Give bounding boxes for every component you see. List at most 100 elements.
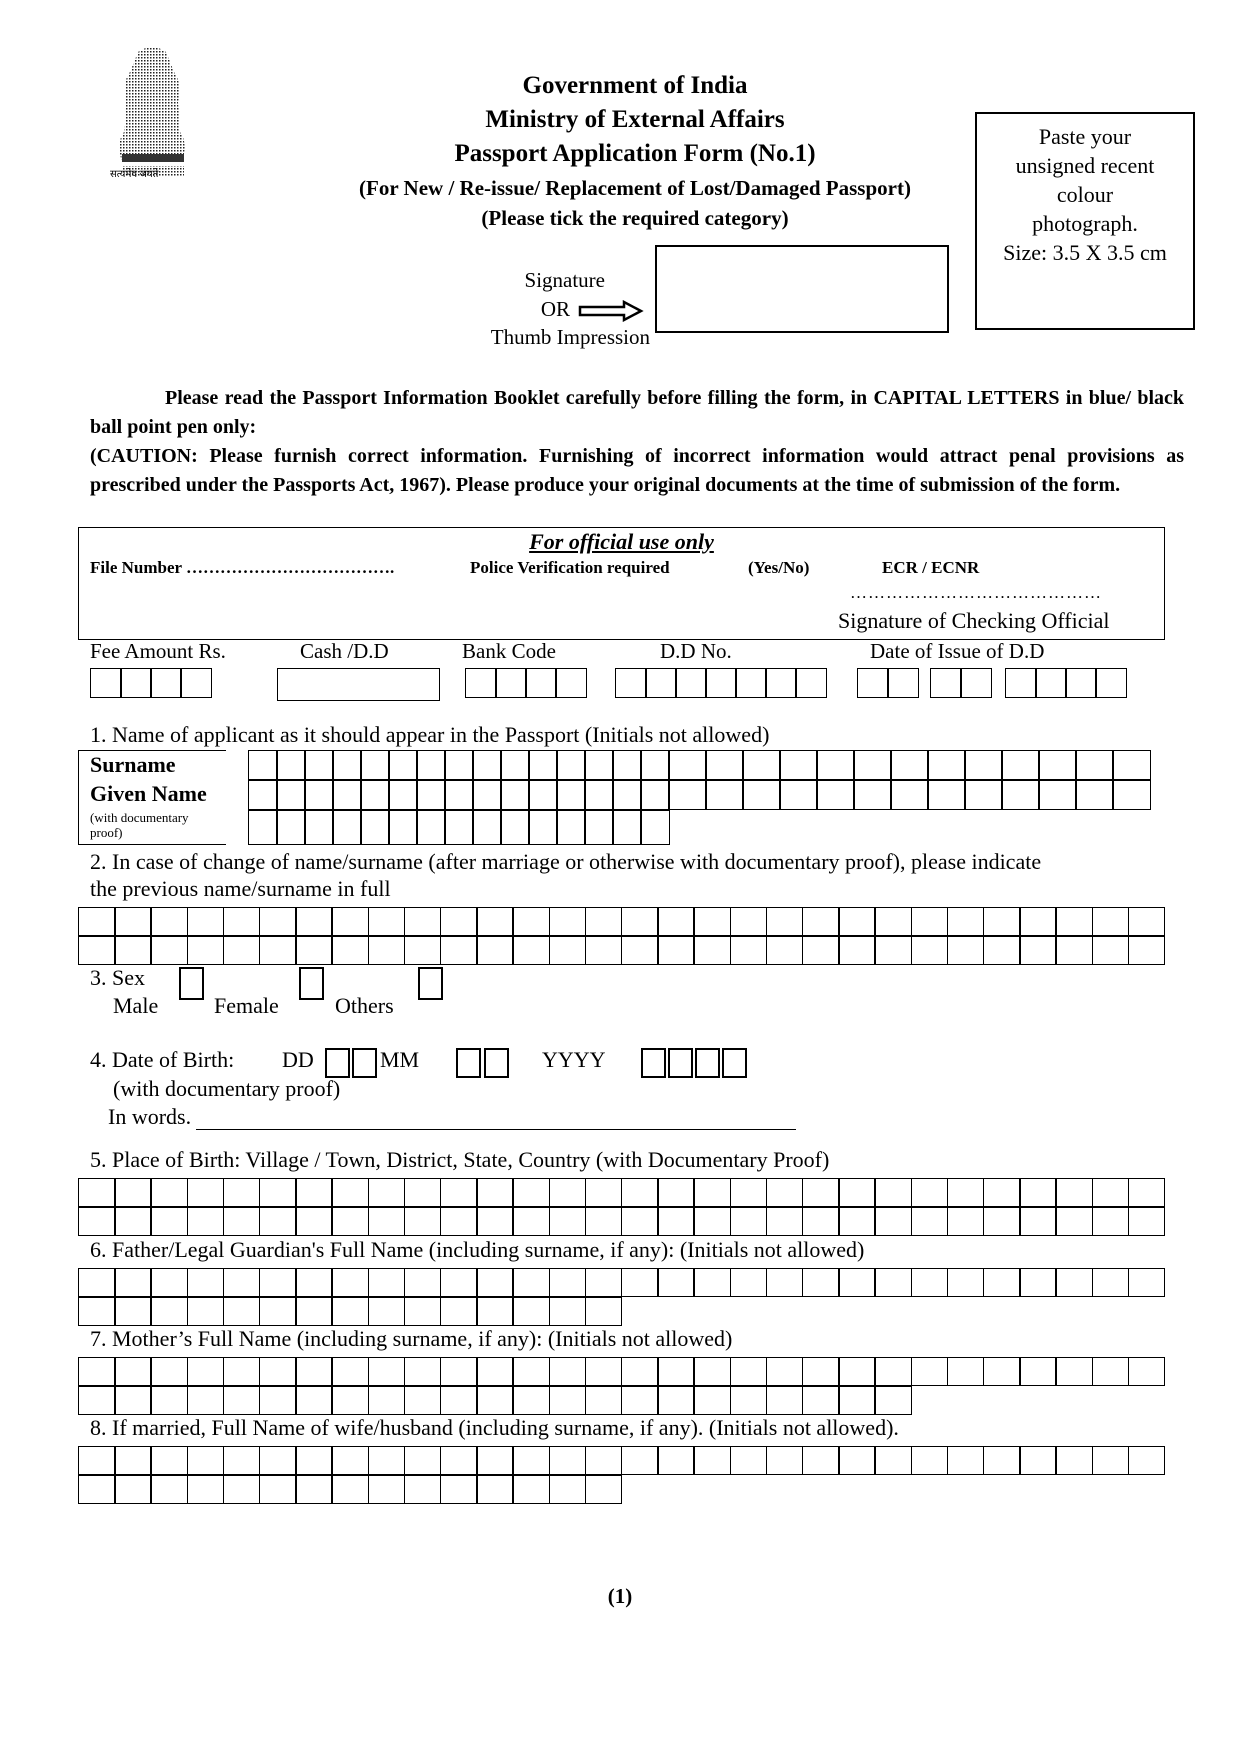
previous-name-char-box[interactable] [729, 936, 768, 965]
spouse-name-char-box[interactable] [838, 1446, 876, 1475]
mother-name-char-box[interactable] [657, 1357, 695, 1386]
mother-name-char-box[interactable] [403, 1386, 442, 1415]
place-of-birth-char-box[interactable] [983, 1207, 1021, 1236]
previous-name-char-box[interactable] [295, 936, 333, 965]
previous-name-char-box[interactable] [440, 936, 478, 965]
name-char-box[interactable] [705, 750, 744, 780]
name-char-box[interactable] [500, 810, 530, 845]
name-char-box[interactable] [964, 780, 1003, 810]
spouse-name-char-box[interactable] [186, 1446, 225, 1475]
place-of-birth-char-box[interactable] [802, 1178, 840, 1207]
mother-name-char-box[interactable] [403, 1357, 442, 1386]
spouse-name-char-box[interactable] [621, 1446, 659, 1475]
mother-name-char-box[interactable] [114, 1386, 152, 1415]
spouse-name-char-box[interactable] [114, 1446, 152, 1475]
name-char-box[interactable] [388, 780, 418, 810]
previous-name-char-box[interactable] [802, 907, 840, 936]
bank-code-box[interactable] [525, 668, 557, 698]
name-char-box[interactable] [416, 750, 446, 780]
previous-name-char-box[interactable] [765, 907, 804, 936]
previous-name-char-box[interactable] [838, 936, 876, 965]
previous-name-char-box[interactable] [548, 907, 587, 936]
name-char-box[interactable] [779, 750, 818, 780]
name-char-box[interactable] [927, 780, 966, 810]
place-of-birth-char-box[interactable] [1055, 1207, 1094, 1236]
previous-name-char-box[interactable] [476, 907, 514, 936]
name-char-box[interactable] [584, 780, 614, 810]
name-char-box[interactable] [853, 780, 892, 810]
place-of-birth-char-box[interactable] [802, 1207, 840, 1236]
previous-name-char-box[interactable] [1019, 907, 1057, 936]
father-name-char-box[interactable] [114, 1297, 152, 1326]
dob-year-box[interactable] [695, 1048, 720, 1078]
father-name-char-box[interactable] [186, 1297, 225, 1326]
mother-name-char-box[interactable] [693, 1386, 732, 1415]
father-name-char-box[interactable] [186, 1268, 225, 1297]
mother-name-char-box[interactable] [331, 1357, 370, 1386]
name-char-box[interactable] [853, 750, 892, 780]
previous-name-char-box[interactable] [259, 907, 297, 936]
father-name-char-box[interactable] [1055, 1268, 1094, 1297]
mother-name-char-box[interactable] [512, 1386, 551, 1415]
dob-month-box[interactable] [456, 1048, 481, 1078]
spouse-name-char-box[interactable] [693, 1446, 732, 1475]
previous-name-char-box[interactable] [693, 907, 732, 936]
previous-name-char-box[interactable] [1127, 907, 1166, 936]
place-of-birth-char-box[interactable] [476, 1178, 514, 1207]
name-char-box[interactable] [927, 750, 966, 780]
place-of-birth-char-box[interactable] [729, 1207, 768, 1236]
spouse-name-char-box[interactable] [1091, 1446, 1130, 1475]
dob-year-box[interactable] [722, 1048, 747, 1078]
place-of-birth-char-box[interactable] [548, 1178, 587, 1207]
place-of-birth-char-box[interactable] [440, 1207, 478, 1236]
name-char-box[interactable] [388, 810, 418, 845]
dob-month-box[interactable] [484, 1048, 509, 1078]
previous-name-char-box[interactable] [1019, 936, 1057, 965]
father-name-char-box[interactable] [222, 1297, 261, 1326]
name-char-box[interactable] [1038, 780, 1077, 810]
dd-date-year-box[interactable] [1005, 668, 1037, 698]
name-char-box[interactable] [612, 780, 642, 810]
father-name-char-box[interactable] [331, 1297, 370, 1326]
father-name-char-box[interactable] [621, 1268, 659, 1297]
spouse-name-char-box[interactable] [78, 1446, 116, 1475]
place-of-birth-char-box[interactable] [946, 1178, 985, 1207]
mother-name-char-box[interactable] [259, 1386, 297, 1415]
previous-name-char-box[interactable] [1127, 936, 1166, 965]
name-char-box[interactable] [640, 780, 670, 810]
spouse-name-char-box[interactable] [403, 1475, 442, 1504]
name-char-box[interactable] [304, 780, 334, 810]
spouse-name-char-box[interactable] [512, 1446, 551, 1475]
place-of-birth-char-box[interactable] [512, 1207, 551, 1236]
father-name-char-box[interactable] [150, 1268, 189, 1297]
previous-name-char-box[interactable] [802, 936, 840, 965]
father-name-char-box[interactable] [78, 1297, 116, 1326]
previous-name-char-box[interactable] [78, 936, 116, 965]
place-of-birth-char-box[interactable] [621, 1178, 659, 1207]
name-char-box[interactable] [416, 780, 446, 810]
place-of-birth-char-box[interactable] [440, 1178, 478, 1207]
mother-name-char-box[interactable] [295, 1357, 333, 1386]
name-char-box[interactable] [472, 750, 502, 780]
mother-name-char-box[interactable] [765, 1386, 804, 1415]
name-char-box[interactable] [556, 780, 586, 810]
previous-name-char-box[interactable] [983, 936, 1021, 965]
bank-code-box[interactable] [465, 668, 497, 698]
place-of-birth-char-box[interactable] [512, 1178, 551, 1207]
previous-name-char-box[interactable] [1055, 936, 1094, 965]
place-of-birth-char-box[interactable] [910, 1207, 949, 1236]
spouse-name-char-box[interactable] [331, 1446, 370, 1475]
previous-name-char-box[interactable] [440, 907, 478, 936]
father-name-char-box[interactable] [367, 1268, 406, 1297]
name-char-box[interactable] [416, 810, 446, 845]
spouse-name-char-box[interactable] [657, 1446, 695, 1475]
father-name-char-box[interactable] [295, 1297, 333, 1326]
mother-name-char-box[interactable] [440, 1357, 478, 1386]
bank-code-box[interactable] [495, 668, 527, 698]
place-of-birth-char-box[interactable] [186, 1207, 225, 1236]
mother-name-char-box[interactable] [729, 1357, 768, 1386]
mother-name-char-box[interactable] [874, 1357, 913, 1386]
spouse-name-char-box[interactable] [765, 1446, 804, 1475]
spouse-name-char-box[interactable] [476, 1475, 514, 1504]
previous-name-char-box[interactable] [367, 907, 406, 936]
